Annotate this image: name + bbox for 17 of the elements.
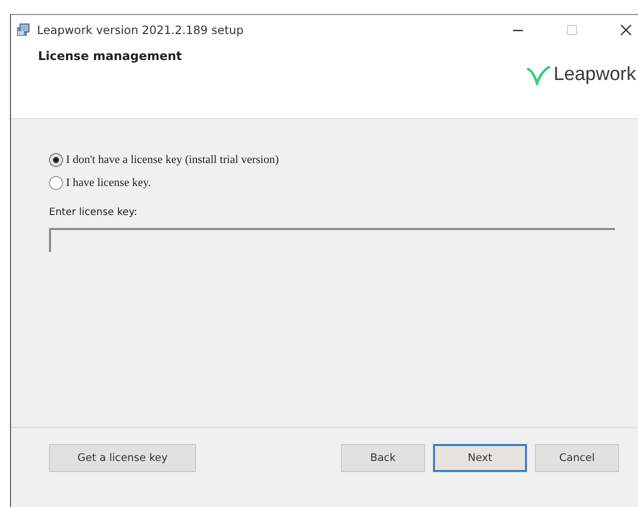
- radio-button[interactable]: [49, 153, 63, 167]
- dialog-button[interactable]: Cancel: [535, 444, 619, 472]
- radio-option[interactable]: I have license key.: [49, 176, 279, 190]
- dialog-button[interactable]: Get a license key: [49, 444, 196, 472]
- field-label: Enter license key:: [49, 207, 138, 218]
- dialog-button[interactable]: Next: [433, 444, 527, 472]
- page-heading: License management: [38, 49, 182, 64]
- radio-option[interactable]: I don't have a license key (install trial version): [49, 153, 279, 167]
- dialog-button[interactable]: Back: [341, 444, 425, 472]
- option-label[interactable]: I have license key.: [66, 177, 151, 189]
- option-label[interactable]: I don't have a license key (install trial version): [66, 154, 279, 166]
- window-title: Leapwork version 2021.2.189 setup: [37, 23, 244, 37]
- radio-button[interactable]: [49, 176, 63, 190]
- checkmark-logo-icon: [526, 66, 551, 86]
- installer-icon: [15, 22, 31, 38]
- close-icon[interactable]: [620, 24, 632, 36]
- brand-logo-text: Leapwork: [554, 64, 636, 86]
